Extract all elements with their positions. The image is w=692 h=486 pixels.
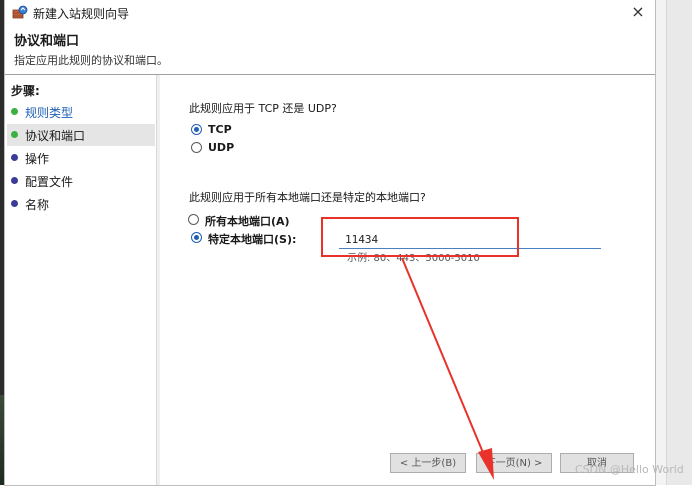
all-ports-radio[interactable]	[188, 214, 199, 225]
step-label: 操作	[25, 152, 50, 166]
content-panel: 此规则应用于 TCP 还是 UDP? TCP UDP 此规则应用于所有本地端口还…	[160, 75, 655, 485]
step-done-dot-icon	[11, 108, 18, 115]
close-button[interactable]: ×	[626, 2, 650, 22]
back-button[interactable]: < 上一步(B)	[390, 453, 466, 473]
ports-question: 此规则应用于所有本地端口还是特定的本地端口?	[189, 191, 426, 204]
close-icon: ×	[631, 2, 645, 21]
steps-panel: 步骤: 规则类型 协议和端口 操作 配置文件 名称	[5, 75, 157, 485]
background-window-right	[655, 0, 692, 485]
page-header: 协议和端口 指定应用此规则的协议和端口。	[5, 24, 655, 75]
wizard-body: 步骤: 规则类型 协议和端口 操作 配置文件 名称 此规则应用于 TCP 还是 …	[5, 75, 655, 485]
step-pending-dot-icon	[11, 177, 18, 184]
all-ports-label: 所有本地端口(A)	[205, 215, 290, 228]
steps-heading: 步骤:	[11, 84, 40, 98]
specific-ports-label: 特定本地端口(S):	[208, 233, 297, 246]
step-pending-dot-icon	[11, 200, 18, 207]
firewall-wizard-icon	[12, 5, 28, 19]
title-bar[interactable]: 新建入站规则向导 ×	[5, 0, 655, 24]
tcp-label: TCP	[208, 123, 232, 136]
step-label: 协议和端口	[25, 129, 86, 143]
step-action[interactable]: 操作	[7, 147, 155, 169]
watermark: CSDN @Hello World	[575, 463, 684, 476]
step-label: 规则类型	[25, 106, 74, 120]
tcp-radio[interactable]	[191, 124, 202, 135]
udp-label: UDP	[208, 141, 235, 154]
step-profile[interactable]: 配置文件	[7, 170, 155, 192]
page-title: 协议和端口	[14, 34, 80, 49]
step-name[interactable]: 名称	[7, 193, 155, 215]
udp-radio[interactable]	[191, 142, 202, 153]
window-title: 新建入站规则向导	[33, 7, 130, 21]
background-window-right-inner	[666, 0, 692, 485]
next-button[interactable]: 下一页(N) >	[476, 453, 552, 473]
step-pending-dot-icon	[11, 154, 18, 161]
step-protocol-and-ports[interactable]: 协议和端口	[7, 124, 155, 146]
step-label: 配置文件	[25, 175, 74, 189]
protocol-question: 此规则应用于 TCP 还是 UDP?	[189, 102, 337, 115]
specific-ports-radio[interactable]	[191, 232, 202, 243]
step-label: 名称	[25, 198, 50, 212]
annotation-highlight-box	[321, 217, 519, 257]
step-rule-type[interactable]: 规则类型	[7, 101, 155, 123]
step-current-dot-icon	[11, 131, 18, 138]
page-subtitle: 指定应用此规则的协议和端口。	[14, 54, 168, 67]
